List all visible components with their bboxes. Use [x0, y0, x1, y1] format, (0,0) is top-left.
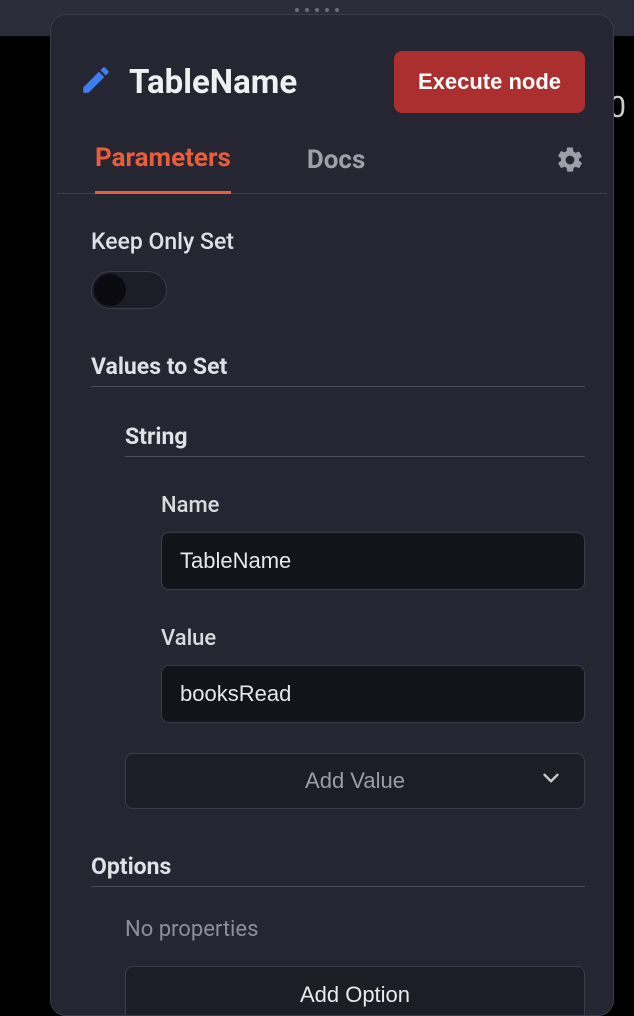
- panel-body: Keep Only Set Values to Set String Name …: [51, 194, 613, 1016]
- value-field-group: Value: [161, 626, 585, 723]
- no-properties-label: No properties: [125, 917, 585, 942]
- name-label: Name: [161, 493, 585, 518]
- divider: [125, 456, 585, 457]
- divider: [91, 886, 585, 887]
- node-title: TableName: [129, 63, 297, 102]
- pencil-icon: [79, 63, 113, 101]
- add-value-button[interactable]: Add Value: [125, 753, 585, 809]
- execute-node-button[interactable]: Execute node: [394, 51, 585, 113]
- panel-title-wrap: TableName: [79, 63, 297, 102]
- values-to-set-heading: Values to Set: [91, 353, 585, 380]
- name-input[interactable]: [161, 532, 585, 590]
- panel-header: TableName Execute node: [51, 15, 613, 113]
- add-value-label: Add Value: [305, 768, 405, 794]
- gear-icon: [555, 160, 585, 179]
- tab-parameters[interactable]: Parameters: [95, 143, 231, 194]
- add-option-wrap: Add Option: [125, 966, 585, 1016]
- name-field-group: Name: [161, 493, 585, 590]
- keep-only-set-toggle[interactable]: [91, 271, 167, 309]
- add-option-button[interactable]: Add Option: [125, 966, 585, 1016]
- value-label: Value: [161, 626, 585, 651]
- drag-dots-icon: [295, 8, 339, 12]
- tab-docs[interactable]: Docs: [307, 145, 365, 193]
- toggle-knob: [94, 274, 126, 306]
- settings-button[interactable]: [555, 145, 585, 179]
- add-value-wrap: Add Value: [125, 753, 585, 809]
- chevron-down-icon: [538, 765, 564, 797]
- node-panel: TableName Execute node Parameters Docs K…: [50, 14, 614, 1016]
- keep-only-set-label: Keep Only Set: [91, 228, 585, 255]
- divider: [91, 386, 585, 387]
- string-heading: String: [125, 423, 585, 450]
- value-input[interactable]: [161, 665, 585, 723]
- tab-row: Parameters Docs: [51, 113, 613, 194]
- options-heading: Options: [91, 853, 585, 880]
